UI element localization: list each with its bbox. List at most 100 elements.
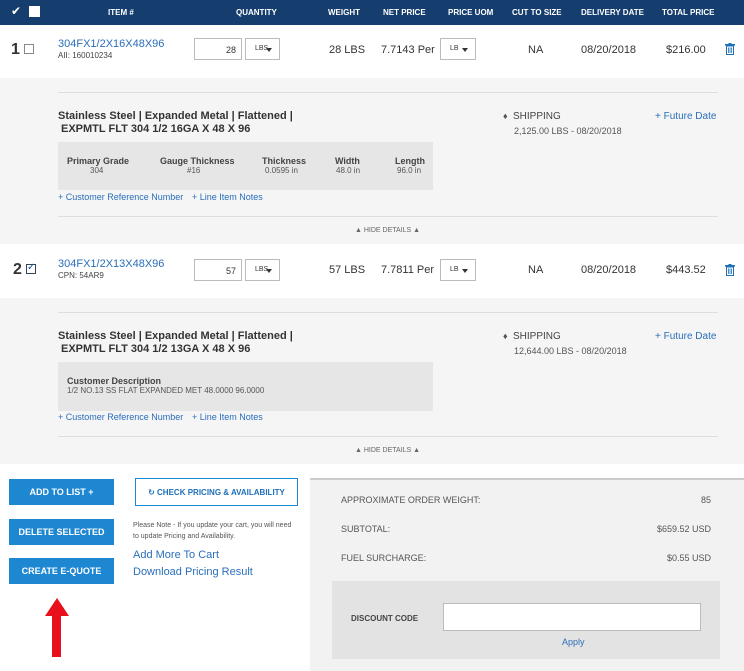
spec-value: 304 bbox=[90, 166, 104, 175]
quantity-input[interactable]: 57 bbox=[194, 259, 242, 281]
tag-icon: ♦ bbox=[503, 111, 508, 121]
spec-value: 96.0 in bbox=[397, 166, 422, 175]
product-title-line2: EXPMTL FLT 304 1/2 16GA X 48 X 96 bbox=[61, 123, 251, 135]
price-uom-value: LB bbox=[450, 266, 459, 273]
shipping-detail: 2,125.00 LBS - 08/20/2018 bbox=[514, 126, 622, 136]
discount-code-label: DISCOUNT CODE bbox=[351, 614, 419, 623]
col-price-uom: PRICE UOM bbox=[448, 8, 494, 17]
discount-panel: DISCOUNT CODE Apply bbox=[332, 581, 720, 659]
shipping-detail: 12,644.00 LBS - 08/20/2018 bbox=[514, 346, 627, 356]
cut-to-size-value: NA bbox=[528, 264, 544, 276]
item-net-price: 7.7811 Per bbox=[381, 264, 435, 276]
arrow-shaft bbox=[52, 615, 61, 657]
item-checkbox[interactable] bbox=[24, 44, 34, 54]
customer-reference-link[interactable]: + Customer Reference Number bbox=[58, 412, 183, 422]
create-equote-button[interactable]: CREATE E-QUOTE bbox=[9, 558, 114, 584]
delivery-date-value: 08/20/2018 bbox=[581, 264, 637, 276]
item-number: 2 bbox=[13, 261, 22, 278]
divider bbox=[58, 216, 718, 217]
item-2-details: Stainless Steel | Expanded Metal | Flatt… bbox=[0, 298, 744, 464]
customer-description-box: Customer Description 1/2 NO.13 SS FLAT E… bbox=[58, 362, 433, 411]
customer-description-label: Customer Description bbox=[67, 376, 162, 386]
part-number-link[interactable]: 304FX1/2X16X48X96 bbox=[58, 38, 164, 50]
item-weight: 28 LBS bbox=[329, 44, 366, 56]
product-title-line2: EXPMTL FLT 304 1/2 13GA X 48 X 96 bbox=[61, 343, 251, 355]
part-sub-id: AII: 160010234 bbox=[58, 51, 113, 60]
spec-header: Gauge Thickness bbox=[160, 156, 235, 166]
subtotal-value: $659.52 USD bbox=[656, 524, 711, 534]
spec-table: Primary Grade 304 Gauge Thickness #16 Th… bbox=[58, 142, 433, 190]
approx-weight-label: APPROXIMATE ORDER WEIGHT: bbox=[341, 495, 481, 505]
trash-icon[interactable] bbox=[725, 43, 735, 55]
item-checkbox[interactable] bbox=[26, 262, 36, 274]
price-uom-select[interactable]: LB bbox=[440, 259, 476, 281]
spec-header: Primary Grade bbox=[67, 156, 130, 166]
item-net-price: 7.7143 Per bbox=[381, 44, 435, 56]
part-sub-id: CPN: 54AR9 bbox=[58, 271, 104, 280]
item-1-details: Stainless Steel | Expanded Metal | Flatt… bbox=[0, 78, 744, 244]
item-number: 1 bbox=[11, 41, 20, 58]
check-pricing-button[interactable]: ↻ CHECK PRICING & AVAILABILITY bbox=[135, 478, 298, 506]
quantity-uom-select[interactable]: LBS bbox=[245, 38, 280, 60]
order-summary: APPROXIMATE ORDER WEIGHT: 85 SUBTOTAL: $… bbox=[310, 478, 744, 671]
col-total-price: TOTAL PRICE bbox=[662, 8, 715, 17]
line-item-notes-link[interactable]: + Line Item Notes bbox=[192, 412, 263, 422]
product-title-line1: Stainless Steel | Expanded Metal | Flatt… bbox=[58, 330, 293, 342]
spec-value: #16 bbox=[187, 166, 201, 175]
tag-icon: ♦ bbox=[503, 331, 508, 341]
spec-header: Length bbox=[395, 156, 425, 166]
chevron-down-icon bbox=[462, 269, 468, 273]
divider bbox=[58, 436, 718, 437]
product-title: Stainless Steel | Expanded Metal | Flatt… bbox=[58, 110, 293, 136]
product-title-line1: Stainless Steel | Expanded Metal | Flatt… bbox=[58, 110, 293, 122]
divider bbox=[58, 92, 718, 93]
spec-header: Thickness bbox=[262, 156, 307, 166]
hide-details-toggle[interactable]: ▲ HIDE DETAILS ▲ bbox=[355, 227, 420, 234]
discount-code-input[interactable] bbox=[443, 603, 701, 631]
price-uom-value: LB bbox=[450, 45, 459, 52]
future-date-link[interactable]: + Future Date bbox=[655, 331, 716, 342]
arrow-up-icon bbox=[45, 598, 69, 616]
col-quantity: QUANTITY bbox=[236, 8, 277, 17]
trash-icon[interactable] bbox=[725, 264, 735, 276]
quantity-input[interactable]: 28 bbox=[194, 38, 242, 60]
shipping-label: SHIPPING bbox=[513, 331, 561, 342]
download-pricing-link[interactable]: Download Pricing Result bbox=[133, 566, 253, 578]
product-title: Stainless Steel | Expanded Metal | Flatt… bbox=[58, 330, 293, 356]
quantity-uom-select[interactable]: LBS bbox=[245, 259, 280, 281]
cut-to-size-value: NA bbox=[528, 44, 544, 56]
refresh-icon: ↻ bbox=[148, 488, 155, 497]
chevron-down-icon bbox=[462, 48, 468, 52]
hide-details-toggle[interactable]: ▲ HIDE DETAILS ▲ bbox=[355, 447, 420, 454]
col-item: ITEM # bbox=[108, 8, 134, 17]
col-delivery-date: DELIVERY DATE bbox=[581, 8, 644, 17]
hide-details-label: HIDE DETAILS bbox=[363, 447, 412, 454]
item-weight: 57 LBS bbox=[329, 264, 366, 276]
spec-value: 48.0 in bbox=[336, 166, 361, 175]
update-note: Please Note - If you update your cart, y… bbox=[133, 522, 292, 540]
approx-weight-value: 85 bbox=[700, 495, 711, 505]
future-date-link[interactable]: + Future Date bbox=[655, 111, 716, 122]
add-more-to-cart-link[interactable]: Add More To Cart bbox=[133, 549, 219, 561]
col-weight: WEIGHT bbox=[328, 8, 360, 17]
fuel-surcharge-value: $0.55 USD bbox=[666, 553, 711, 563]
select-all-checkbox[interactable] bbox=[29, 6, 40, 17]
line-item-notes-link[interactable]: + Line Item Notes bbox=[192, 192, 263, 202]
spec-header: Width bbox=[335, 156, 360, 166]
check-icon: ✔ bbox=[11, 4, 22, 18]
delivery-date-value: 08/20/2018 bbox=[581, 44, 637, 56]
shipping-label: SHIPPING bbox=[513, 111, 561, 122]
customer-description-value: 1/2 NO.13 SS FLAT EXPANDED MET 48.0000 9… bbox=[67, 386, 265, 395]
apply-link[interactable]: Apply bbox=[562, 637, 585, 647]
customer-reference-link[interactable]: + Customer Reference Number bbox=[58, 192, 183, 202]
total-price-value: $443.52 bbox=[666, 264, 706, 276]
subtotal-label: SUBTOTAL: bbox=[341, 524, 391, 534]
total-price-value: $216.00 bbox=[666, 44, 706, 56]
add-to-list-button[interactable]: ADD TO LIST + bbox=[9, 479, 114, 505]
part-number-link[interactable]: 304FX1/2X13X48X96 bbox=[58, 258, 164, 270]
chevron-down-icon bbox=[266, 269, 272, 273]
check-pricing-label: CHECK PRICING & AVAILABILITY bbox=[157, 488, 285, 497]
price-uom-select[interactable]: LB bbox=[440, 38, 476, 60]
delete-selected-button[interactable]: DELETE SELECTED bbox=[9, 519, 114, 545]
hide-details-label: HIDE DETAILS bbox=[363, 227, 412, 234]
